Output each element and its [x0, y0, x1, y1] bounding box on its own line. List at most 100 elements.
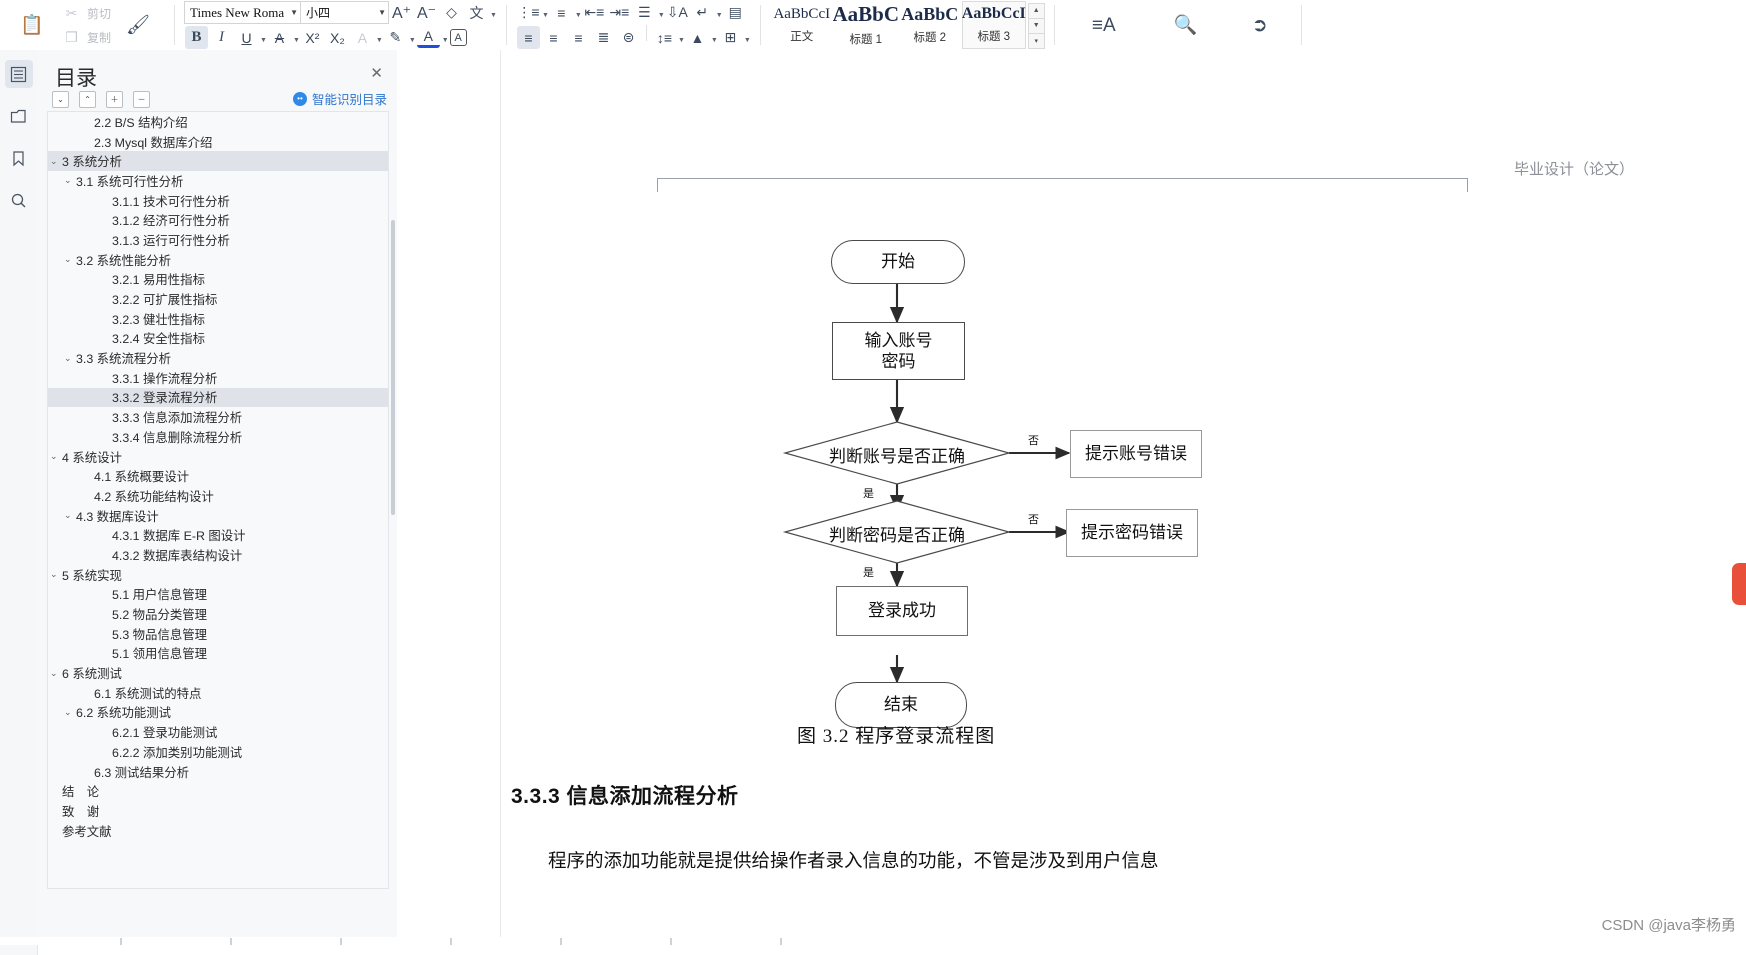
side-tab-marker[interactable] [1732, 563, 1746, 605]
toc-item[interactable]: 3.3.4 信息删除流程分析 [48, 427, 388, 447]
chevron-down-icon[interactable]: ⌄ [50, 452, 58, 461]
paragraph-marks-icon[interactable]: ↵ [691, 1, 714, 24]
expand-level-icon[interactable]: ＋ [106, 91, 123, 108]
toc-item[interactable]: 3.2.4 安全性指标 [48, 329, 388, 349]
toc-item[interactable]: 4.3.1 数据库 E-R 图设计 [48, 525, 388, 545]
toc-item[interactable]: ⌄ 5 系统实现 [48, 565, 388, 585]
chevron-down-icon[interactable]: ▼ [293, 37, 300, 44]
toc-item[interactable]: 2.2 B/S 结构介绍 [48, 112, 388, 132]
chevron-down-icon[interactable]: ⌄ [64, 707, 72, 717]
underline-button[interactable]: U [235, 26, 258, 49]
toc-item[interactable]: 4.1 系统概要设计 [48, 466, 388, 486]
chevron-down-icon[interactable]: ▼ [409, 37, 416, 44]
toc-item[interactable]: 3.2.1 易用性指标 [48, 270, 388, 290]
shrink-font-icon[interactable]: A⁻ [415, 1, 438, 24]
superscript-button[interactable]: X² [301, 26, 324, 49]
smart-toc-button[interactable]: •• 智能识别目录 [292, 89, 387, 108]
strikethrough-button[interactable]: A [268, 26, 291, 49]
chevron-down-icon[interactable]: ▼ [575, 12, 582, 19]
toc-item[interactable]: ⌄ 6.2 系统功能测试 [48, 703, 388, 723]
toc-item[interactable]: 5.2 物品分类管理 [48, 604, 388, 624]
paste-button[interactable]: 📋 粘贴▼ [5, 1, 330, 661]
distribute-icon[interactable]: ⊜ [617, 26, 640, 49]
increase-indent-icon[interactable]: ⇥≡ [608, 1, 631, 24]
toc-item[interactable]: 5.3 物品信息管理 [48, 624, 388, 644]
style-heading1[interactable]: AaBbC 标题 1 [833, 1, 899, 49]
collapse-level-icon[interactable]: － [133, 91, 150, 108]
font-size-combobox[interactable]: 小四 ▼ [301, 1, 390, 24]
chevron-down-icon[interactable]: ▼ [442, 37, 449, 44]
styles-scroll-spinner[interactable]: ▲ ▼ ▾ [1027, 2, 1045, 49]
toc-item[interactable]: ⌄ 3 系统分析 [48, 151, 388, 172]
toc-item[interactable]: 参考文献 [48, 821, 388, 841]
toc-item[interactable]: 6.2.1 登录功能测试 [48, 722, 388, 742]
decrease-indent-icon[interactable]: ⇤≡ [583, 1, 606, 24]
collapse-all-icon[interactable]: ⌃ [79, 91, 96, 108]
bullet-list-icon[interactable]: ⋮≡ [517, 1, 540, 24]
expand-all-icon[interactable]: ⌄ [52, 91, 69, 108]
toc-item[interactable]: 4.3.2 数据库表结构设计 [48, 545, 388, 565]
font-color-button[interactable]: A [416, 27, 440, 48]
ruler-icon[interactable]: ▤ [724, 1, 747, 24]
toc-item[interactable]: 3.3.3 信息添加流程分析 [48, 407, 388, 427]
copy-button[interactable]: ❐ 复制 [59, 25, 111, 49]
toc-item[interactable]: 3.1.1 技术可行性分析 [48, 191, 388, 211]
close-icon[interactable]: ✕ [370, 64, 383, 82]
toc-item[interactable]: 结 论 [48, 781, 388, 801]
document-canvas[interactable]: 毕业设计（论文） 开始 输入账号 密码 判断账号是否正确 判断密码是否正确 提示… [397, 50, 1746, 945]
chevron-down-icon[interactable]: ⌄ [50, 668, 58, 678]
char-border-button[interactable]: A [351, 26, 374, 49]
chevron-down-icon[interactable]: ▼ [542, 12, 549, 19]
toc-list[interactable]: 2.2 B/S 结构介绍 2.3 Mysql 数据库介绍 ⌄ 3 系统分析 ⌄ 3.1 系… [47, 111, 389, 889]
chevron-down-icon[interactable]: ⌄ [64, 176, 72, 185]
chevron-down-icon[interactable]: ▼ [711, 37, 718, 44]
chevron-down-icon[interactable]: ⌄ [64, 255, 72, 264]
text-layout-button[interactable]: ≡A 文字排版▼ [1064, 1, 1415, 661]
toc-item[interactable]: 3.1.2 经济可行性分析 [48, 210, 388, 230]
styles-more[interactable]: ▾ [1027, 32, 1045, 49]
shading-icon[interactable]: ▲ [686, 26, 709, 49]
select-button[interactable]: ➲ 选择▼ [1228, 1, 1389, 661]
toc-item[interactable]: 4.2 系统功能结构设计 [48, 486, 388, 506]
multilevel-list-icon[interactable]: ☰ [633, 1, 656, 24]
chevron-down-icon[interactable]: ⌄ [64, 511, 72, 520]
clear-format-icon[interactable]: ◇ [440, 1, 463, 24]
chevron-down-icon[interactable]: ▼ [490, 12, 497, 19]
toc-item[interactable]: 3.2.2 可扩展性指标 [48, 289, 388, 309]
chevron-down-icon[interactable]: ▼ [260, 37, 267, 44]
italic-button[interactable]: I [210, 26, 233, 49]
toc-item[interactable]: 2.3 Mysql 数据库介绍 [48, 132, 388, 152]
subscript-button[interactable]: X₂ [326, 26, 349, 49]
styles-scroll-down[interactable]: ▼ [1027, 17, 1045, 34]
toc-item[interactable]: 5.1 领用信息管理 [48, 644, 388, 664]
char-shading-button[interactable]: A [449, 29, 467, 46]
align-left-icon[interactable]: ≡ [516, 26, 540, 49]
chevron-down-icon[interactable]: ⌄ [64, 353, 72, 363]
toc-item[interactable]: ⌄ 6 系统测试 [48, 663, 388, 683]
highlight-color-button[interactable]: ✎ [384, 26, 407, 49]
styles-scroll-up[interactable]: ▲ [1027, 2, 1045, 19]
chevron-down-icon[interactable]: ▼ [744, 37, 751, 44]
toc-item[interactable]: ⌄ 4.3 数据库设计 [48, 506, 388, 526]
font-name-combobox[interactable]: Times New Roma ▼ [184, 1, 302, 24]
chevron-down-icon[interactable]: ▼ [658, 12, 665, 19]
cut-button[interactable]: ✂ 剪切 [59, 1, 111, 25]
align-center-icon[interactable]: ≡ [542, 26, 565, 49]
toc-item[interactable]: 5.1 用户信息管理 [48, 585, 388, 605]
style-heading3[interactable]: AaBbCcI 标题 3 [961, 1, 1026, 49]
grow-font-icon[interactable]: A⁺ [390, 1, 413, 24]
toc-item[interactable]: 6.3 测试结果分析 [48, 762, 388, 782]
search-icon[interactable] [5, 186, 33, 214]
pinyin-guide-icon[interactable]: 文 [465, 1, 488, 24]
numbered-list-icon[interactable]: ≡ [550, 1, 573, 24]
chevron-down-icon[interactable]: ⌄ [50, 570, 58, 579]
thumbnail-icon[interactable] [5, 102, 33, 130]
toc-item[interactable]: 6.1 系统测试的特点 [48, 683, 388, 703]
toc-item[interactable]: 3.1.3 运行可行性分析 [48, 230, 388, 250]
toc-item[interactable]: 3.3.1 操作流程分析 [48, 368, 388, 388]
toc-item[interactable]: ⌄ 3.2 系统性能分析 [48, 250, 388, 270]
style-zhengwen[interactable]: AaBbCcI 正文 [769, 1, 834, 49]
toc-item[interactable]: 3.2.3 健壮性指标 [48, 309, 388, 329]
sort-icon[interactable]: ⇩A [666, 1, 689, 24]
toc-item[interactable]: 3.3.2 登录流程分析 [48, 387, 388, 408]
